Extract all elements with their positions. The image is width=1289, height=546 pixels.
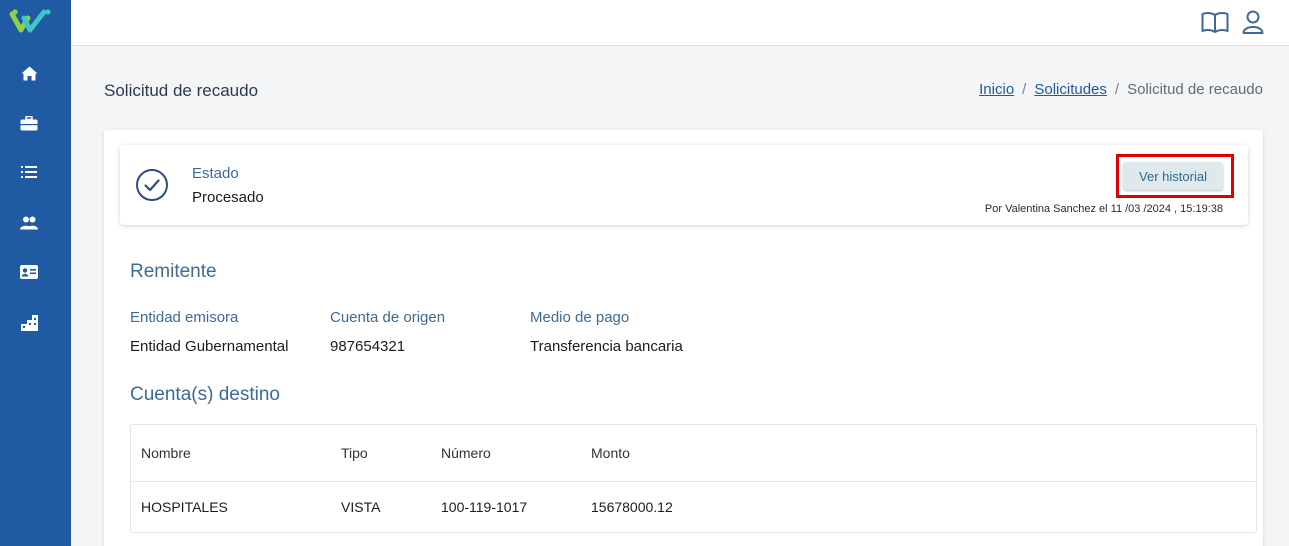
- column-header-numero: Número: [441, 445, 491, 461]
- home-icon[interactable]: [19, 63, 39, 83]
- column-header-monto: Monto: [591, 445, 630, 461]
- cell-numero: 100-119-1017: [441, 499, 528, 515]
- status-label: Estado: [192, 165, 239, 182]
- user-icon[interactable]: [1239, 8, 1267, 36]
- id-card-icon[interactable]: [19, 262, 39, 282]
- app-logo[interactable]: [8, 6, 52, 36]
- building-icon[interactable]: [19, 313, 39, 333]
- field-value-entidad-emisora: Entidad Gubernamental: [130, 338, 289, 355]
- request-detail-card: Estado Procesado Ver historial Por Valen…: [104, 130, 1263, 546]
- status-panel: Estado Procesado Ver historial Por Valen…: [120, 145, 1248, 225]
- column-header-nombre: Nombre: [141, 445, 191, 461]
- status-value: Procesado: [192, 189, 264, 206]
- list-icon[interactable]: [19, 162, 39, 182]
- users-icon[interactable]: [19, 213, 39, 233]
- breadcrumb-current: Solicitud de recaudo: [1127, 81, 1263, 98]
- destination-accounts-table: Nombre Tipo Número Monto HOSPITALES VIST…: [130, 424, 1257, 533]
- status-audit-text: Por Valentina Sanchez el 11 /03 /2024 , …: [984, 203, 1223, 215]
- breadcrumb-link-inicio[interactable]: Inicio: [979, 81, 1014, 98]
- top-bar: [71, 0, 1289, 46]
- cell-tipo: VISTA: [341, 499, 381, 515]
- field-value-cuenta-origen: 987654321: [330, 338, 406, 355]
- page-title: Solicitud de recaudo: [104, 81, 259, 100]
- column-header-tipo: Tipo: [341, 445, 368, 461]
- check-circle-icon: [136, 169, 168, 201]
- book-icon[interactable]: [1201, 8, 1229, 36]
- view-history-button[interactable]: Ver historial: [1123, 162, 1223, 190]
- field-label-medio-pago: Medio de pago: [530, 309, 630, 326]
- field-value-medio-pago: Transferencia bancaria: [530, 338, 683, 355]
- section-title-remitente: Remitente: [130, 261, 217, 282]
- breadcrumb: Inicio / Solicitudes / Solicitud de reca…: [979, 81, 1263, 98]
- cell-monto: 15678000.12: [591, 499, 673, 515]
- cell-nombre: HOSPITALES: [141, 499, 228, 515]
- breadcrumb-link-solicitudes[interactable]: Solicitudes: [1034, 81, 1107, 98]
- field-label-entidad-emisora: Entidad emisora: [130, 309, 239, 326]
- breadcrumb-separator: /: [1022, 81, 1027, 98]
- briefcase-icon[interactable]: [19, 113, 39, 133]
- field-label-cuenta-origen: Cuenta de origen: [330, 309, 446, 326]
- sidebar: [0, 0, 71, 546]
- row-divider: [131, 481, 1256, 482]
- breadcrumb-separator: /: [1114, 81, 1120, 98]
- section-title-cuentas-destino: Cuenta(s) destino: [130, 384, 280, 405]
